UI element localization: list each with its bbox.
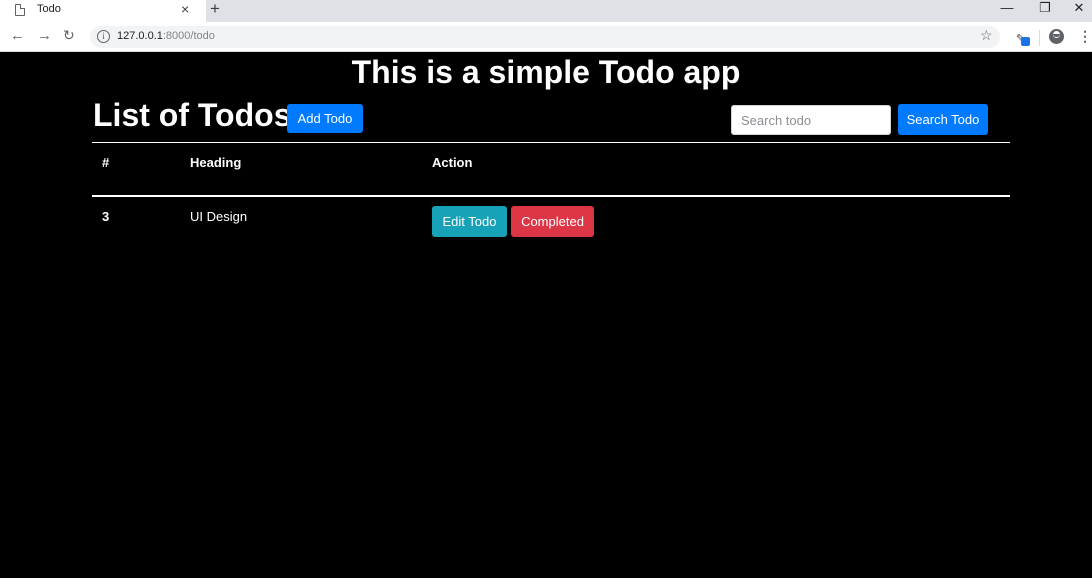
tab-title: Todo [37,3,61,15]
back-arrow-icon[interactable]: ← [10,27,25,44]
edit-todo-button[interactable]: Edit Todo [432,206,507,237]
page-icon [15,4,25,16]
search-todo-button[interactable]: Search Todo [898,104,988,135]
browser-tab[interactable]: Todo × [0,0,206,22]
window-close-icon[interactable]: ✕ [1064,0,1092,22]
toolbar-divider [1039,30,1040,46]
row-id: 3 [102,209,110,224]
add-todo-button[interactable]: Add Todo [287,104,363,133]
column-header-id: # [102,155,110,170]
row-heading: UI Design [190,209,248,224]
restore-icon[interactable]: ❐ [1030,0,1060,22]
browser-menu-icon[interactable]: ⋮ [1078,28,1092,45]
extension-icon[interactable]: ✎ [1014,30,1032,48]
browser-tabstrip: Todo × + — ❐ ✕ [0,0,1092,22]
account-icon[interactable] [1049,29,1064,44]
info-icon[interactable]: i [97,30,110,43]
list-title: List of Todos [93,97,292,133]
column-header-heading: Heading [190,155,242,170]
minimize-icon[interactable]: — [992,0,1022,22]
url-text: 127.0.0.1:8000/todo [117,30,215,42]
table-header-rule [92,195,1010,197]
tab-close-icon[interactable]: × [181,1,189,17]
forward-arrow-icon[interactable]: → [37,27,52,44]
search-input[interactable] [731,105,891,135]
bookmark-star-icon[interactable]: ☆ [980,27,993,44]
column-header-action: Action [432,155,473,170]
address-bar[interactable]: i 127.0.0.1:8000/todo [90,26,1000,48]
completed-button[interactable]: Completed [511,206,594,237]
reload-icon[interactable]: ↻ [63,27,75,44]
new-tab-icon[interactable]: + [210,0,220,19]
app-title: This is a simple Todo app [351,54,741,90]
table-top-rule [92,142,1010,143]
